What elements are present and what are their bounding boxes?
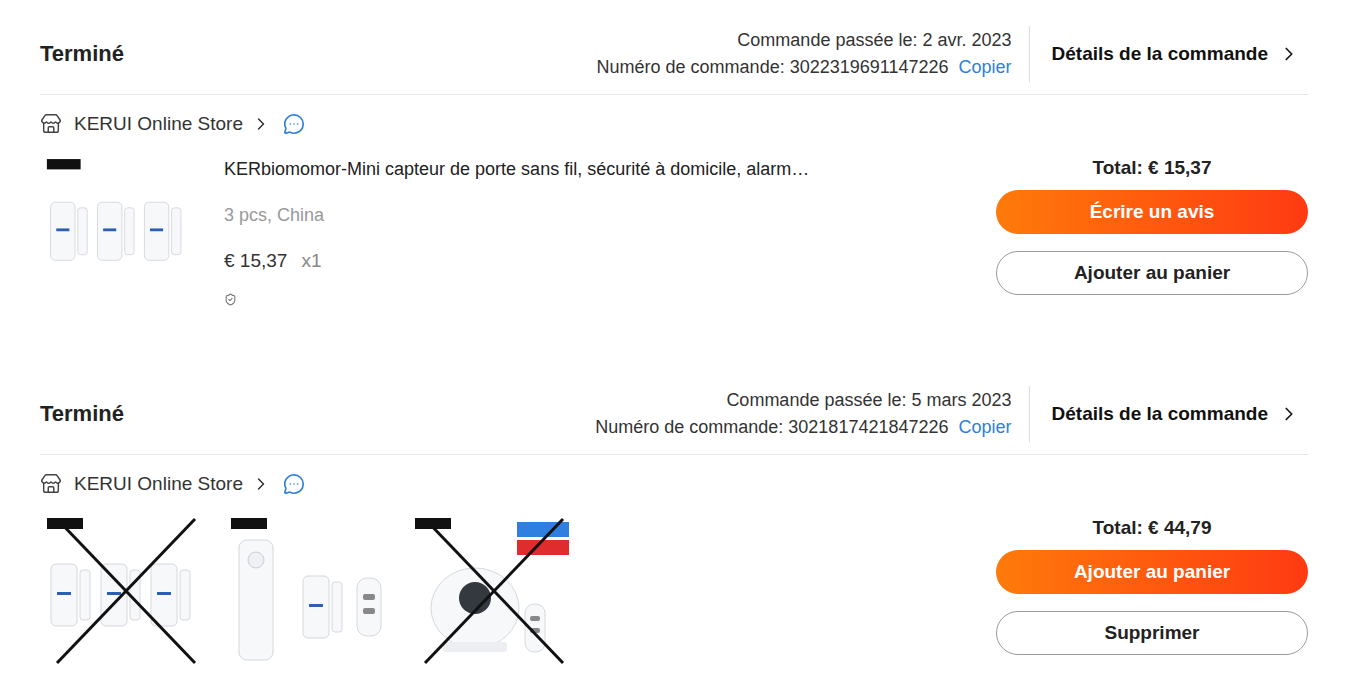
product-quantity: x1 — [301, 247, 321, 275]
order-card: Terminé Commande passée le: 5 mars 2023Nu… — [40, 374, 1308, 672]
order-meta-group: Commande passée le: 2 avr. 2023Numéro de… — [597, 26, 1300, 82]
order-body: KERbiomomor-Mini capteur de porte sans f… — [40, 155, 1308, 312]
action-button[interactable]: Écrire un avis — [996, 190, 1308, 234]
order-date: Commande passée le: 2 avr. 2023 — [597, 27, 1012, 54]
store-row: KERUI Online Store — [40, 112, 1308, 136]
copy-link[interactable]: Copier — [959, 57, 1012, 77]
store-icon — [40, 113, 62, 135]
product-image[interactable] — [229, 515, 389, 667]
order-actions: Total: € 44,79 Ajouter au panier Supprimer — [996, 515, 1308, 672]
action-button[interactable]: Supprimer — [996, 611, 1308, 655]
order-body: Total: € 44,79 Ajouter au panier Supprimer — [40, 515, 1308, 672]
order-number: Numéro de commande: 3021817421847226Copi… — [595, 414, 1011, 441]
order-meta: Commande passée le: 2 avr. 2023Numéro de… — [597, 27, 1012, 81]
cross-mark-icon — [45, 515, 205, 667]
chat-icon[interactable] — [283, 113, 305, 135]
order-total: Total: € 44,79 — [1093, 515, 1212, 541]
orders-page: TerminéCommande passée le: 2 avr. 2023Nu… — [0, 0, 1370, 672]
order-number: Numéro de commande: 3022319691147226Copi… — [597, 54, 1012, 81]
product-variant: 3 pcs, China — [224, 201, 809, 229]
action-button[interactable]: Ajouter au panier — [996, 550, 1308, 594]
order-header: Terminé Commande passée le: 2 avr. 2023Nu… — [40, 14, 1308, 95]
order-details-link[interactable]: Détails de la commande — [1052, 403, 1300, 425]
order-status: Terminé — [40, 401, 124, 427]
order-status: Terminé — [40, 41, 124, 67]
chevron-right-icon — [251, 114, 271, 134]
order-items: KERbiomomor-Mini capteur de porte sans f… — [40, 155, 809, 306]
order-details-link[interactable]: Détails de la commande — [1052, 43, 1300, 65]
price-row: € 15,37 x1 — [224, 247, 809, 275]
order-card: Terminé Commande passée le: 2 avr. 2023Nu… — [40, 14, 1308, 312]
store-row: KERUI Online Store — [40, 472, 1308, 496]
store-link[interactable]: KERUI Online Store — [74, 113, 271, 135]
store-link[interactable]: KERUI Online Store — [74, 473, 271, 495]
order-total: Total: € 15,37 — [1093, 155, 1212, 181]
order-actions: Total: € 15,37 Écrire un avis Ajouter au p… — [996, 155, 1308, 312]
chevron-right-icon — [251, 474, 271, 494]
product-thumbnail[interactable] — [229, 515, 389, 667]
chevron-right-icon — [1278, 43, 1300, 65]
chevron-right-icon — [1278, 403, 1300, 425]
order-date: Commande passée le: 5 mars 2023 — [595, 387, 1011, 414]
store-icon — [40, 473, 62, 495]
product-title[interactable]: KERbiomomor-Mini capteur de porte sans f… — [224, 155, 809, 183]
order-meta: Commande passée le: 5 mars 2023Numéro de… — [595, 387, 1011, 441]
product-thumbnail[interactable] — [413, 515, 573, 667]
order-header: Terminé Commande passée le: 5 mars 2023Nu… — [40, 374, 1308, 455]
product-info: KERbiomomor-Mini capteur de porte sans f… — [224, 155, 809, 306]
product-price: € 15,37 — [224, 247, 287, 275]
product-thumbnail[interactable] — [45, 515, 205, 667]
header-divider — [1029, 26, 1030, 82]
chat-icon[interactable] — [283, 473, 305, 495]
protection-icon — [224, 293, 237, 306]
product-image[interactable] — [45, 155, 195, 300]
cross-mark-icon — [413, 515, 573, 667]
order-meta-group: Commande passée le: 5 mars 2023Numéro de… — [595, 386, 1300, 442]
product-thumbnail[interactable] — [45, 155, 195, 300]
copy-link[interactable]: Copier — [959, 417, 1012, 437]
order-items — [40, 515, 573, 667]
header-divider — [1029, 386, 1030, 442]
action-button[interactable]: Ajouter au panier — [996, 251, 1308, 295]
